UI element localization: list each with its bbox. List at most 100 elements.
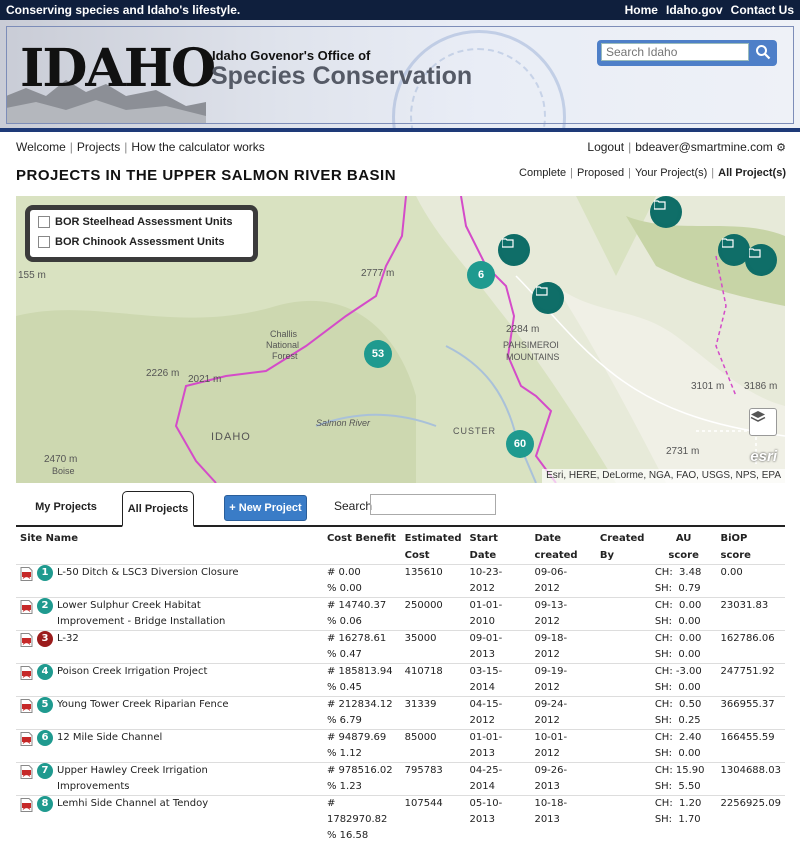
table-row[interactable]: 5Young Tower Creek Riparian Fence# 21283… — [16, 697, 785, 730]
col-au-score[interactable]: AUscore — [651, 530, 717, 565]
map-project-marker[interactable] — [745, 244, 777, 276]
site-cell: 5Young Tower Creek Riparian Fence — [16, 697, 323, 730]
site-name[interactable]: Lemhi Side Channel at Tendoy — [57, 796, 208, 812]
pdf-icon[interactable] — [20, 600, 33, 614]
map-project-marker[interactable] — [532, 282, 564, 314]
folder-icon — [654, 200, 666, 210]
tab-my-projects[interactable]: My Projects — [16, 491, 116, 523]
cost-benefit-cell: # 0.00% 0.00 — [323, 565, 401, 598]
pdf-icon[interactable] — [20, 699, 33, 713]
site-name-line: L-32 — [57, 633, 79, 644]
cost-benefit-percent: % 1.23 — [327, 781, 362, 792]
user-email[interactable]: bdeaver@smartmine.com — [635, 140, 773, 154]
table-row[interactable]: 612 Mile Side Channel# 94879.69% 1.12850… — [16, 730, 785, 763]
au-ch-score: CH: 1.20 — [655, 798, 702, 809]
col-created-by[interactable]: CreatedBy — [596, 530, 651, 565]
start-date-cell: 05-10-2013 — [466, 796, 531, 844]
layer-steelhead[interactable]: BOR Steelhead Assessment Units — [38, 216, 232, 228]
cost-benefit-cell: # 978516.02% 1.23 — [323, 763, 401, 796]
site-name[interactable]: Poison Creek Irrigation Project — [57, 664, 207, 680]
table-row[interactable]: 4Poison Creek Irrigation Project# 185813… — [16, 664, 785, 697]
pdf-icon[interactable] — [20, 765, 33, 779]
project-number-badge[interactable]: 8 — [37, 796, 53, 812]
site-name[interactable]: L-50 Ditch & LSC3 Diversion Closure — [57, 565, 239, 581]
nav-projects[interactable]: Projects — [77, 140, 120, 154]
pdf-icon[interactable] — [20, 666, 33, 680]
home-link[interactable]: Home — [625, 3, 658, 17]
table-search-input[interactable] — [370, 494, 496, 515]
user-bar: Logout|bdeaver@smartmine.com ⚙ — [587, 140, 786, 154]
pdf-icon[interactable] — [20, 633, 33, 647]
map-project-marker[interactable] — [498, 234, 530, 266]
col-start-date[interactable]: StartDate — [466, 530, 531, 565]
tab-all-projects[interactable]: All Projects — [122, 491, 194, 527]
nav-welcome[interactable]: Welcome — [16, 140, 66, 154]
forest-label: Forest — [272, 351, 298, 361]
cost-benefit-percent: % 0.47 — [327, 649, 362, 660]
project-number-badge[interactable]: 6 — [37, 730, 53, 746]
table-header-row: Site Name Cost Benefit EstimatedCost Sta… — [16, 530, 785, 565]
logout-link[interactable]: Logout — [587, 140, 624, 154]
filter-complete[interactable]: Complete — [519, 167, 566, 179]
idaho-logo[interactable]: IDAHO — [20, 38, 214, 99]
col-cost-benefit[interactable]: Cost Benefit — [323, 530, 401, 565]
new-project-button[interactable]: + New Project — [224, 495, 307, 521]
au-score-cell: CH: 2.40SH: 0.00 — [651, 730, 717, 763]
filter-your-projects[interactable]: Your Project(s) — [635, 167, 707, 179]
checkbox[interactable] — [38, 216, 50, 228]
site-name[interactable]: Upper Hawley Creek IrrigationImprovement… — [57, 763, 208, 795]
map-cluster[interactable]: 60 — [506, 430, 534, 458]
pdf-icon[interactable] — [20, 798, 33, 812]
forest-label: National — [266, 340, 299, 350]
basemap-toggle-button[interactable] — [749, 408, 777, 436]
col-biop-score[interactable]: BiOPscore — [717, 530, 786, 565]
cost-benefit-cell: # 14740.37% 0.06 — [323, 598, 401, 631]
au-sh-score: SH: 0.00 — [655, 649, 701, 660]
au-score-cell: CH: 0.00SH: 0.00 — [651, 598, 717, 631]
table-row[interactable]: 8Lemhi Side Channel at Tendoy# 1782970.8… — [16, 796, 785, 844]
site-name[interactable]: Lower Sulphur Creek HabitatImprovement -… — [57, 598, 225, 630]
layer-chinook[interactable]: BOR Chinook Assessment Units — [38, 236, 225, 248]
au-ch-score: CH: 2.40 — [655, 732, 702, 743]
table-row[interactable]: 2Lower Sulphur Creek HabitatImprovement … — [16, 598, 785, 631]
search-icon[interactable] — [755, 44, 771, 60]
elevation-label: 2021 m — [188, 374, 221, 385]
project-number-badge[interactable]: 2 — [37, 598, 53, 614]
map-cluster[interactable]: 53 — [364, 340, 392, 368]
checkbox[interactable] — [38, 236, 50, 248]
map-cluster[interactable]: 6 — [467, 261, 495, 289]
col-site-name[interactable]: Site Name — [16, 530, 323, 565]
project-number-badge[interactable]: 7 — [37, 763, 53, 779]
site-name[interactable]: 12 Mile Side Channel — [57, 730, 162, 746]
filter-all-projects[interactable]: All Project(s) — [718, 167, 786, 179]
filter-proposed[interactable]: Proposed — [577, 167, 624, 179]
map-project-marker[interactable] — [650, 196, 682, 228]
elevation-label: 155 m — [18, 270, 46, 281]
pdf-icon[interactable] — [20, 567, 33, 581]
idaho-gov-link[interactable]: Idaho.gov — [666, 3, 723, 17]
date-created-cell: 09-06-2012 — [530, 565, 595, 598]
col-estimated-cost[interactable]: EstimatedCost — [401, 530, 466, 565]
biop-score-cell: 0.00 — [717, 565, 786, 598]
table-row[interactable]: 7Upper Hawley Creek IrrigationImprovemen… — [16, 763, 785, 796]
project-number-badge[interactable]: 3 — [37, 631, 53, 647]
project-number-badge[interactable]: 5 — [37, 697, 53, 713]
site-name[interactable]: L-32 — [57, 631, 79, 647]
site-search-input[interactable] — [601, 43, 749, 61]
table-row[interactable]: 3L-32# 16278.61% 0.473500009-01-201309-1… — [16, 631, 785, 664]
pdf-icon[interactable] — [20, 732, 33, 746]
created-by-cell — [596, 664, 651, 697]
estimated-cost-cell: 410718 — [401, 664, 466, 697]
created-by-cell — [596, 796, 651, 844]
table-row[interactable]: 1L-50 Ditch & LSC3 Diversion Closure # 0.… — [16, 565, 785, 598]
elevation-label: 2731 m — [666, 446, 699, 457]
project-map[interactable]: BOR Steelhead Assessment Units BOR Chino… — [16, 196, 785, 483]
site-name[interactable]: Young Tower Creek Riparian Fence — [57, 697, 228, 713]
col-header-line: created — [534, 550, 577, 561]
contact-us-link[interactable]: Contact Us — [731, 3, 794, 17]
gear-icon[interactable]: ⚙ — [776, 142, 786, 154]
project-number-badge[interactable]: 1 — [37, 565, 53, 581]
col-date-created[interactable]: Datecreated — [530, 530, 595, 565]
nav-how-calculator-works[interactable]: How the calculator works — [131, 140, 264, 154]
project-number-badge[interactable]: 4 — [37, 664, 53, 680]
